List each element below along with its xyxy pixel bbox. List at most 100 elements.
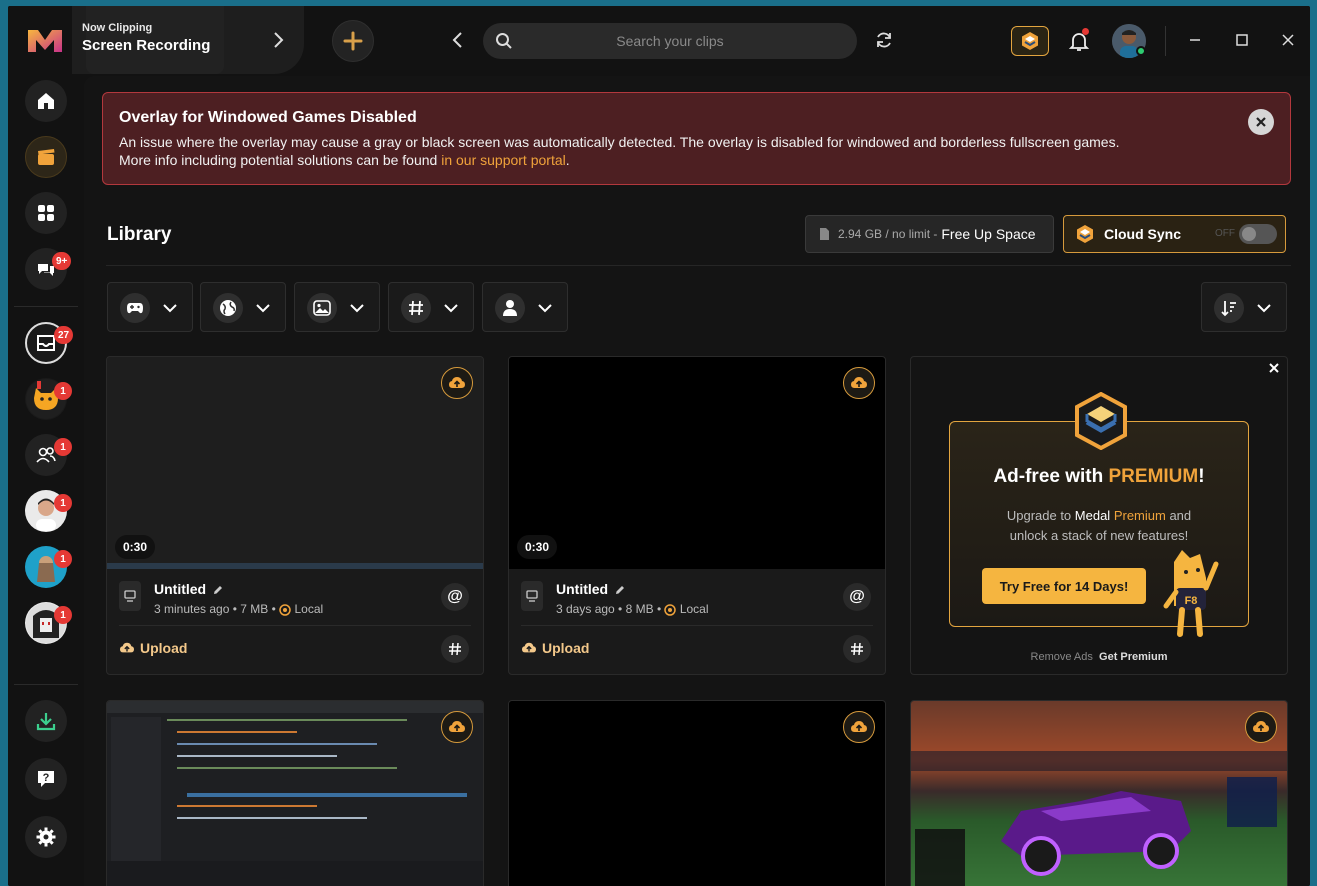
pc-icon [119,581,141,611]
sidebar-item-home[interactable] [25,80,67,122]
app-window: Now Clipping Screen Recording Search you… [8,6,1310,886]
clip-card[interactable] [106,700,484,886]
mention-button[interactable]: @ [441,583,469,611]
free-up-space-label: Free Up Space [941,226,1036,242]
mention-button[interactable]: @ [843,583,871,611]
cloud-upload-button[interactable] [441,711,473,743]
sidebar-item-settings[interactable] [25,816,67,858]
clip-card[interactable]: 0:30 Untitled 3 days ago • 8 MB • Local … [508,356,886,675]
upload-label: Upload [140,640,188,656]
search-bar[interactable] [483,23,857,59]
storage-used: 2.94 GB / no limit - [838,227,938,241]
friend-1-badge: 1 [54,382,72,400]
upload-label: Upload [542,640,590,656]
now-clipping-mode: Screen Recording [82,37,211,54]
upload-button[interactable]: Upload [521,640,589,656]
ad-sub-medal: Medal [1074,508,1111,523]
sidebar: 9+ 27 1 1 1 1 1 ? [8,76,84,886]
code-line [177,755,337,757]
upload-button[interactable]: Upload [119,640,187,656]
clip-thumbnail[interactable] [509,701,885,886]
friend-2-badge: 1 [54,494,72,512]
maximize-icon[interactable] [1232,30,1252,50]
cloud-upload-button[interactable] [441,367,473,399]
game-challenges-panel [1227,777,1277,827]
chevron-down-icon [1257,304,1271,313]
close-icon [1256,117,1266,127]
pencil-icon[interactable] [614,584,626,596]
medal-logo[interactable] [26,28,64,54]
inbox-badge: 27 [54,326,74,344]
clip-thumbnail-game[interactable] [911,701,1287,886]
now-clipping-label: Now Clipping [82,22,153,34]
clip-size: 8 MB [625,602,654,616]
cloud-upload-icon [1253,721,1269,732]
sort-dropdown[interactable] [1201,282,1287,332]
premium-badge-button[interactable] [1011,26,1049,56]
add-tag-button[interactable] [441,635,469,663]
home-icon [38,93,54,109]
add-tag-button[interactable] [843,635,871,663]
code-line [177,817,367,819]
search-input[interactable] [483,23,857,59]
support-portal-link[interactable]: in our support portal [441,152,566,168]
hashtag-icon [851,642,863,656]
friends-badge: 1 [54,438,72,456]
try-free-button[interactable]: Try Free for 14 Days! [982,568,1146,604]
refresh-icon[interactable] [874,30,894,50]
cloud-sync-toggle[interactable] [1239,224,1277,244]
clip-thumbnail[interactable] [509,357,885,569]
chevron-right-icon[interactable] [268,30,288,50]
filter-visibility[interactable] [200,282,286,332]
search-icon [496,33,512,49]
chevron-down-icon [163,304,177,313]
gear-icon [36,827,56,847]
minimize-icon[interactable] [1185,30,1205,50]
sidebar-item-download[interactable] [25,700,67,742]
alert-close-button[interactable] [1248,109,1274,135]
user-icon [495,293,525,323]
clip-title[interactable]: Untitled [556,581,626,597]
pencil-icon[interactable] [212,584,224,596]
back-arrow-icon[interactable] [448,30,468,50]
ad-sub-premium: Premium [1110,508,1166,523]
at-icon: @ [849,588,865,605]
close-window-icon[interactable] [1278,30,1298,50]
cloud-sync-state: OFF [1215,228,1235,239]
clip-info: 3 minutes ago • 7 MB • Local [154,602,324,616]
clip-card[interactable] [508,700,886,886]
sidebar-item-help[interactable]: ? [25,758,67,800]
premium-hex-icon [1077,225,1093,243]
cloud-upload-icon [449,721,465,732]
cloud-upload-button[interactable] [843,367,875,399]
cloud-sync-toggle-panel[interactable]: Cloud Sync OFF [1063,215,1286,253]
help-bubble-icon: ? [38,771,54,787]
clip-age: 3 minutes ago [154,602,230,616]
clip-thumbnail[interactable] [107,357,483,569]
get-premium-link[interactable]: Get Premium [1099,651,1167,663]
close-ad-icon[interactable] [1267,361,1281,375]
ad-title: Ad-free with PREMIUM! [950,466,1248,488]
clip-title[interactable]: Untitled [154,581,224,597]
clip-card[interactable]: 0:30 Untitled 3 minutes ago • 7 MB • Loc… [106,356,484,675]
sidebar-item-apps[interactable] [25,192,67,234]
storage-free-up-button[interactable]: 2.94 GB / no limit - Free Up Space [805,215,1054,253]
now-clipping-info: Now Clipping Screen Recording [82,22,210,54]
ad-subtitle: Upgrade to Medal Premium and unlock a st… [950,506,1248,546]
chevron-down-icon [350,304,364,313]
divider [1165,26,1166,56]
sidebar-item-clips[interactable] [25,136,67,178]
remove-ads-label: Remove Ads [1030,651,1093,663]
cloud-upload-button[interactable] [843,711,875,743]
cloud-upload-button[interactable] [1245,711,1277,743]
filter-tags[interactable] [388,282,474,332]
new-clip-button[interactable] [332,20,374,62]
library-title: Library [107,224,172,245]
clip-card[interactable] [910,700,1288,886]
filter-media-type[interactable] [294,282,380,332]
filter-game[interactable] [107,282,193,332]
clip-thumbnail-code-editor[interactable] [107,701,483,886]
filter-user[interactable] [482,282,568,332]
online-status-dot [1136,46,1146,56]
stadium-stands [911,751,1287,771]
